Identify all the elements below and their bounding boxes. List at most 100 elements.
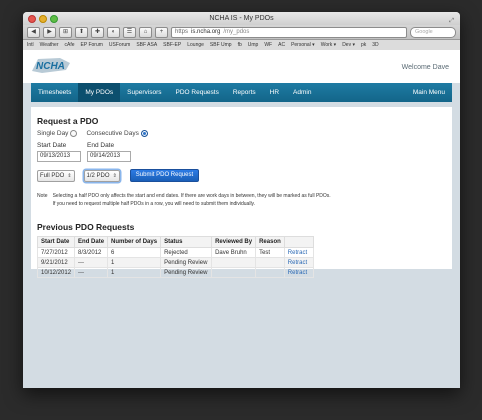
- bookmark-item[interactable]: Work ▾: [321, 42, 336, 48]
- end-pdo-type-value: 1/2 PDO: [86, 172, 110, 179]
- bookmark-item[interactable]: AC: [278, 42, 285, 48]
- start-date-input[interactable]: 09/13/2013: [37, 151, 81, 163]
- note-line-1: Selecting a half PDO only affects the st…: [52, 193, 331, 200]
- end-date-input[interactable]: 09/14/2013: [87, 151, 131, 163]
- nav-pdo-requests[interactable]: PDO Requests: [169, 83, 226, 102]
- ncha-logo[interactable]: NCHA: [30, 54, 72, 76]
- bookmark-item[interactable]: Weather: [40, 42, 59, 48]
- nav-my-pdos[interactable]: My PDOs: [78, 83, 121, 102]
- sidebar-button[interactable]: ☰: [123, 26, 136, 38]
- add-bookmark-button[interactable]: ✚: [91, 26, 104, 38]
- bookmark-item[interactable]: 3D: [372, 42, 378, 48]
- fullscreen-icon[interactable]: ⤢: [449, 15, 454, 28]
- nav-hr[interactable]: HR: [263, 83, 286, 102]
- cell-days: 1: [107, 257, 162, 269]
- cell-days: 6: [107, 247, 162, 259]
- page-content: NCHA Welcome Dave Timesheets My PDOs Sup…: [23, 50, 460, 388]
- retract-link[interactable]: Retract: [283, 267, 314, 279]
- cell-reviewed-by: Dave Bruhn: [211, 247, 257, 259]
- cell-reason: Test: [255, 247, 285, 259]
- welcome-text: Welcome Dave: [401, 64, 449, 71]
- col-status: Status: [160, 236, 213, 249]
- cell-status: Pending Review: [160, 267, 213, 279]
- col-reviewed-by: Reviewed By: [211, 236, 257, 249]
- previous-title: Previous PDO Requests: [37, 222, 135, 233]
- home-button[interactable]: ⌂: [139, 26, 152, 38]
- cell-start-date: 9/21/2012: [36, 257, 76, 269]
- new-tab-button[interactable]: +: [155, 26, 168, 38]
- col-reason: Reason: [255, 236, 285, 249]
- previous-requests-table: Start Date End Date Number of Days Statu…: [36, 236, 314, 279]
- bookmark-item[interactable]: USForum: [109, 42, 130, 48]
- nav-admin[interactable]: Admin: [286, 83, 318, 102]
- nav-main-menu[interactable]: Main Menu: [406, 83, 452, 102]
- start-pdo-type-select[interactable]: Full PDO ⇕: [37, 169, 75, 182]
- nav-reports[interactable]: Reports: [226, 83, 263, 102]
- table-row: 7/27/2012 8/3/2012 6 Rejected Dave Bruhn…: [36, 247, 314, 259]
- bookmark-item[interactable]: Ump: [248, 42, 259, 48]
- cell-start-date: 10/12/2012: [36, 267, 76, 279]
- consecutive-radio[interactable]: [140, 130, 148, 137]
- submit-pdo-button[interactable]: Submit PDO Request: [129, 169, 200, 183]
- bookmark-item[interactable]: cAfe: [64, 42, 74, 48]
- bookmark-item[interactable]: fb: [238, 42, 242, 48]
- select-arrows-icon: ⇕: [112, 172, 117, 179]
- bookmark-item[interactable]: EP Forum: [81, 42, 103, 48]
- site-header: NCHA Welcome Dave: [23, 50, 460, 83]
- bookmark-item[interactable]: Lounge: [187, 42, 204, 48]
- end-pdo-type-select[interactable]: 1/2 PDO ⇕: [83, 169, 120, 182]
- share-button[interactable]: ⬆: [75, 26, 88, 38]
- main-nav: Timesheets My PDOs Supervisors PDO Reque…: [31, 83, 452, 102]
- cell-end-date: ---: [74, 267, 109, 279]
- single-day-option[interactable]: Single Day: [37, 130, 78, 138]
- cell-end-date: 8/3/2012: [74, 247, 109, 259]
- cell-status: Rejected: [160, 247, 213, 259]
- nav-timesheets[interactable]: Timesheets: [31, 83, 78, 102]
- minimize-button[interactable]: [39, 15, 47, 23]
- single-day-label: Single Day: [37, 130, 69, 138]
- forward-button[interactable]: ▶: [43, 26, 56, 38]
- request-mode: Single Day Consecutive Days: [37, 130, 446, 137]
- single-day-radio[interactable]: [70, 130, 78, 137]
- col-start-date: Start Date: [36, 236, 76, 249]
- browser-toolbar: ◀ ▶ ⊞ ⬆ ✚ ◐ ☰ ⌂ + https is.ncha.org/my_p…: [23, 25, 460, 40]
- note-label: Note: [37, 193, 48, 200]
- note-line-2: If you need to request multiple half PDO…: [52, 201, 256, 208]
- reader-button[interactable]: ◐: [107, 26, 120, 38]
- back-button[interactable]: ◀: [27, 26, 40, 38]
- cell-status: Pending Review: [160, 257, 213, 269]
- bookmark-item[interactable]: Dev ▾: [342, 42, 355, 48]
- start-pdo-type-value: Full PDO: [40, 172, 65, 179]
- bookmark-item[interactable]: pk: [361, 42, 366, 48]
- note: Note Selecting a half PDO only affects t…: [37, 192, 446, 208]
- bookmark-item[interactable]: Intl: [27, 42, 34, 48]
- cell-reason: [255, 257, 285, 269]
- col-end-date: End Date: [74, 236, 109, 249]
- bookmark-item[interactable]: SBF Ump: [210, 42, 232, 48]
- end-date-group: End Date 09/14/2013: [87, 142, 131, 163]
- zoom-button[interactable]: [50, 15, 58, 23]
- address-bar[interactable]: https is.ncha.org/my_pdos: [171, 26, 407, 38]
- bookmark-item[interactable]: Personal ▾: [291, 42, 315, 48]
- close-button[interactable]: [28, 15, 36, 23]
- cell-start-date: 7/27/2012: [36, 247, 76, 259]
- logo-text: NCHA: [36, 61, 65, 72]
- content-panel: Request a PDO Single Day Consecutive Day…: [31, 107, 452, 279]
- url-path: /my_pdos: [223, 29, 250, 35]
- url-scheme: https: [175, 29, 189, 35]
- select-arrows-icon: ⇕: [67, 172, 72, 179]
- tabs-button[interactable]: ⊞: [59, 26, 72, 38]
- consecutive-option[interactable]: Consecutive Days: [86, 130, 148, 137]
- table-row: 10/12/2012 --- 1 Pending Review Retract: [36, 267, 314, 279]
- nav-supervisors[interactable]: Supervisors: [120, 83, 168, 102]
- cell-reason: [255, 267, 285, 279]
- cell-reviewed-by: [211, 267, 257, 279]
- retract-link[interactable]: Retract: [283, 247, 314, 259]
- bookmark-item[interactable]: WF: [264, 42, 272, 48]
- end-date-label: End Date: [87, 142, 115, 150]
- bookmark-item[interactable]: SBF ASA: [136, 42, 157, 48]
- bookmark-item[interactable]: SBF-EP: [163, 42, 181, 48]
- retract-link[interactable]: Retract: [283, 257, 314, 269]
- title-bar: NCHA IS - My PDOs ⤢: [23, 12, 460, 25]
- search-field[interactable]: Google: [410, 26, 456, 38]
